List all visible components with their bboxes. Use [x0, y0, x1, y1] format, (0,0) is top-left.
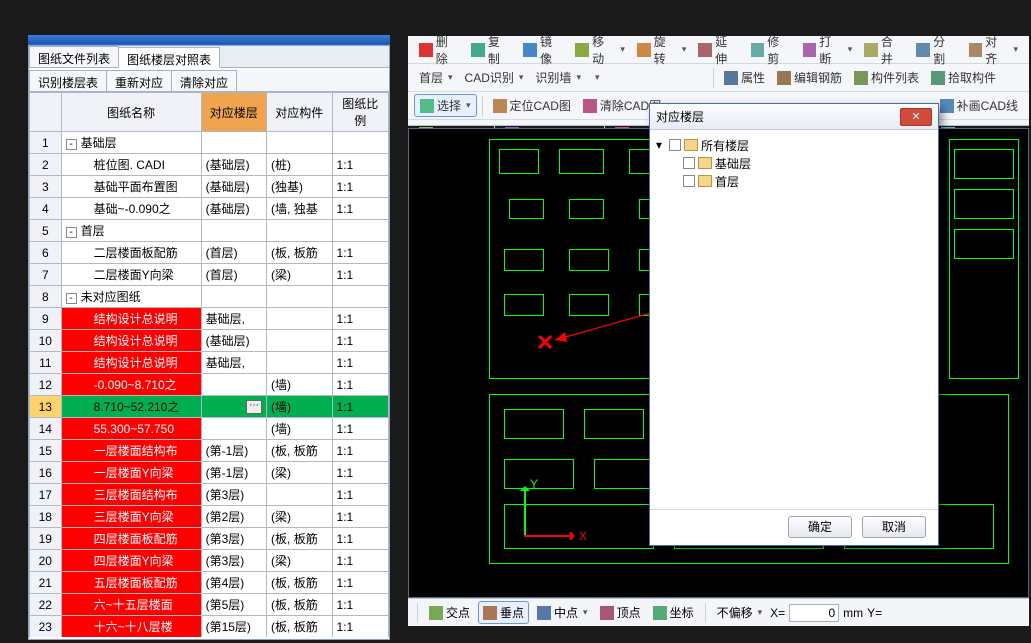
table-row[interactable]: 15一层楼面结构布(第-1层)(板, 板筋1:1	[30, 440, 389, 462]
col-floor[interactable]: 对应楼层	[201, 93, 266, 132]
tree-item[interactable]: 基础层	[656, 154, 932, 172]
action-clear[interactable]: 清除对应	[171, 70, 237, 91]
dd-wall-identify[interactable]: 识别墙	[530, 67, 586, 88]
table-row[interactable]: 3基础平面布置图(基础层)(独基)1:1	[30, 176, 389, 198]
dialog-floor-map: 对应楼层 ✕ ▾ 所有楼层 基础层 首层 确定 取消	[649, 103, 939, 546]
table-row[interactable]: 5-首层	[30, 220, 389, 242]
table-row[interactable]: 19四层楼面板配筋(第3层)(板, 板筋1:1	[30, 528, 389, 550]
tab-file-list[interactable]: 图纸文件列表	[29, 46, 119, 67]
table-row[interactable]: 21五层楼面板配筋(第4层)(板, 板筋1:1	[30, 572, 389, 594]
dialog-body: ▾ 所有楼层 基础层 首层	[650, 130, 938, 509]
btn-delete[interactable]: 删除	[414, 31, 464, 69]
coord-y-label: Y=	[867, 606, 882, 620]
btn-extend[interactable]: 延伸	[693, 31, 743, 69]
osnap-coord[interactable]: 坐标	[649, 602, 698, 623]
table-row[interactable]: 1-基础层	[30, 132, 389, 154]
table-row[interactable]: 8-未对应图纸	[30, 286, 389, 308]
table-row[interactable]: 23十六~十八层楼(第15层)(板, 板筋1:1	[30, 616, 389, 638]
btn-merge[interactable]: 合并	[859, 31, 909, 69]
table-row[interactable]: 6二层楼面板配筋(首层)(板, 板筋1:1	[30, 242, 389, 264]
tree-toggle-icon[interactable]: -	[66, 227, 77, 238]
table-row[interactable]: 7二层楼面Y向梁(首层)(梁)1:1	[30, 264, 389, 286]
tree-root[interactable]: ▾ 所有楼层	[656, 136, 932, 154]
cell-more-button[interactable]: ⋯	[246, 400, 262, 414]
btn-edit-rebar[interactable]: 编辑钢筋	[772, 67, 847, 88]
dialog-cancel-button[interactable]: 取消	[862, 516, 926, 538]
osnap-perpendicular[interactable]: 垂点	[478, 601, 529, 624]
table-row[interactable]: 17三层楼面结构布(第3层)1:1	[30, 484, 389, 506]
main-tab-bar: 图纸文件列表 图纸楼层对照表	[29, 46, 389, 68]
action-identify[interactable]: 识别楼层表	[29, 70, 107, 91]
dd-blank[interactable]	[588, 70, 708, 85]
offset-mode[interactable]: 不偏移	[713, 602, 767, 623]
btn-mirror[interactable]: 镜像	[518, 31, 568, 69]
coord-x-label: X=	[770, 606, 785, 620]
btn-align[interactable]: 对齐	[964, 31, 1023, 69]
table-row[interactable]: 20四层楼面Y向梁(第3层)(梁)1:1	[30, 550, 389, 572]
tab-layer-map[interactable]: 图纸楼层对照表	[118, 47, 220, 68]
table-row[interactable]: 9结构设计总说明基础层,1:1	[30, 308, 389, 330]
coord-x-input[interactable]	[789, 604, 839, 622]
col-rownum	[30, 93, 62, 132]
dd-cad-identify[interactable]: CAD识别	[460, 67, 529, 88]
table-row[interactable]: 22六~十五层楼面(第5层)(板, 板筋1:1	[30, 594, 389, 616]
btn-comp-list[interactable]: 构件列表	[849, 67, 924, 88]
dialog-titlebar[interactable]: 对应楼层 ✕	[650, 104, 938, 130]
dialog-title-text: 对应楼层	[656, 108, 900, 125]
btn-move[interactable]: 移动	[570, 31, 629, 69]
toolbar-row-1: 删除 复制 镜像 移动 旋转 延伸 修剪 打断 合并 分割 对齐	[408, 36, 1029, 64]
osnap-vertex[interactable]: 顶点	[596, 602, 645, 623]
btn-trim[interactable]: 修剪	[746, 31, 796, 69]
toolbar-row-2: 首层 CAD识别 识别墙 属性 编辑钢筋 构件列表 拾取构件	[408, 64, 1029, 92]
btn-redraw-cad[interactable]: 补画CAD线	[935, 95, 1023, 116]
btn-rotate[interactable]: 旋转	[632, 31, 691, 69]
coord-unit: mm	[843, 606, 863, 620]
table-row[interactable]: 1455.300~57.750(墙)1:1	[30, 418, 389, 440]
dialog-close-button[interactable]: ✕	[900, 108, 932, 126]
btn-props[interactable]: 属性	[719, 67, 770, 88]
tree-toggle-icon[interactable]: -	[66, 293, 77, 304]
btn-pick-comp[interactable]: 拾取构件	[926, 67, 1001, 88]
drawing-grid[interactable]: 图纸名称 对应楼层 对应构件 图纸比例 1-基础层2桩位图. CADI(基础层)…	[29, 92, 389, 637]
table-row[interactable]: 11结构设计总说明基础层,1:1	[30, 352, 389, 374]
table-row[interactable]: 18三层楼面Y向梁(第2层)(梁)1:1	[30, 506, 389, 528]
btn-break[interactable]: 打断	[798, 31, 857, 69]
btn-locate-cad[interactable]: 定位CAD图	[488, 95, 576, 116]
action-refresh[interactable]: 重新对应	[106, 70, 172, 91]
col-ratio[interactable]: 图纸比例	[332, 93, 388, 132]
dd-floor[interactable]: 首层	[414, 67, 458, 88]
osnap-midpoint[interactable]: 中点	[533, 602, 592, 623]
annotation-x-mark: ✕	[536, 330, 554, 356]
status-bar: 交点 垂点 中点 顶点 坐标 不偏移 X= mm Y=	[408, 598, 1029, 626]
btn-select[interactable]: 选择	[414, 94, 477, 117]
table-row[interactable]: 138.710~52.210之⋯(墙)1:1	[30, 396, 389, 418]
col-component[interactable]: 对应构件	[267, 93, 332, 132]
table-row[interactable]: 10结构设计总说明(基础层)1:1	[30, 330, 389, 352]
osnap-intersection[interactable]: 交点	[425, 602, 474, 623]
action-tab-bar: 识别楼层表 重新对应 清除对应	[29, 70, 389, 92]
table-row[interactable]: 16一层楼面Y向梁(第-1层)(梁)1:1	[30, 462, 389, 484]
dialog-ok-button[interactable]: 确定	[788, 516, 852, 538]
table-row[interactable]: 4基础~-0.090之(基础层)(墙, 独基1:1	[30, 198, 389, 220]
tree-toggle-icon[interactable]: -	[66, 139, 77, 150]
btn-copy[interactable]: 复制	[466, 31, 516, 69]
left-panel: 图纸文件列表 图纸楼层对照表 识别楼层表 重新对应 清除对应 图纸名称 对应楼层…	[28, 45, 390, 640]
col-name[interactable]: 图纸名称	[61, 93, 201, 132]
btn-split[interactable]: 分割	[911, 31, 961, 69]
tree-item[interactable]: 首层	[656, 172, 932, 190]
table-row[interactable]: 2桩位图. CADI(基础层)(桩)1:1	[30, 154, 389, 176]
table-row[interactable]: 12-0.090~8.710之(墙)1:1	[30, 374, 389, 396]
